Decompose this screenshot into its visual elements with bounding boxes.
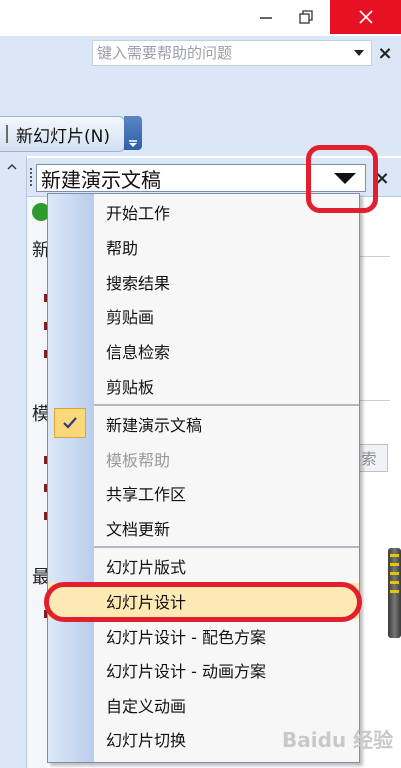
help-question-input[interactable] <box>97 43 345 63</box>
slides-pane-strip <box>0 156 27 768</box>
help-dropdown-button[interactable] <box>347 41 371 65</box>
restore-icon <box>299 10 313 24</box>
chevron-up-icon <box>7 164 17 170</box>
checked-indicator <box>54 408 86 438</box>
menu-item-research[interactable]: 信息检索 <box>94 334 359 368</box>
help-close-button[interactable]: × <box>374 42 396 64</box>
menu-item-slide-layout[interactable]: 幻灯片版式 <box>94 549 359 583</box>
close-icon <box>358 10 373 24</box>
menu-item-help[interactable]: 帮助 <box>94 230 359 264</box>
task-pane-title: 新建演示文稿 <box>41 167 161 192</box>
menu-separator <box>94 404 359 406</box>
scroll-up-button[interactable] <box>4 160 20 174</box>
minimize-button[interactable] <box>249 0 283 34</box>
slide-pane-background <box>27 196 47 768</box>
help-search-box <box>92 40 372 66</box>
menu-item-clipboard[interactable]: 剪贴板 <box>94 369 359 403</box>
toolbar-options-icon <box>129 140 137 147</box>
divider-line <box>360 256 390 257</box>
menu-icon-gutter <box>48 194 94 762</box>
menu-item-document-updates[interactable]: 文档更新 <box>94 511 359 545</box>
menu-item-clip-art[interactable]: 剪贴画 <box>94 299 359 333</box>
vertical-scrollbar-thumb[interactable] <box>388 548 401 638</box>
new-slide-icon <box>0 125 8 143</box>
menu-item-search-results[interactable]: 搜索结果 <box>94 265 359 299</box>
minimize-icon <box>260 17 272 19</box>
checkmark-icon <box>63 417 77 429</box>
menu-item-custom-animation[interactable]: 自定义动画 <box>94 688 359 722</box>
watermark: Baidu 经验 <box>282 728 394 752</box>
menu-item-template-help: 模板帮助 <box>106 451 171 470</box>
menu-item-new-presentation[interactable]: 新建演示文稿 <box>94 407 359 441</box>
menu-separator <box>94 546 359 548</box>
restore-button[interactable] <box>288 0 324 34</box>
annotation-highlight-dropdown <box>306 145 378 213</box>
dropdown-arrow-icon <box>354 50 364 56</box>
divider-line <box>360 400 390 401</box>
toolbar-options-button[interactable] <box>124 116 142 150</box>
new-slide-button[interactable]: 新幻灯片(N) <box>0 116 125 152</box>
annotation-highlight-slide-design <box>44 582 362 622</box>
menu-item-shared-workspace[interactable]: 共享工作区 <box>94 476 359 510</box>
window-close-button[interactable] <box>330 0 401 34</box>
menu-item-slide-design-color[interactable]: 幻灯片设计 - 配色方案 <box>94 619 359 653</box>
menu-item-slide-design-animation[interactable]: 幻灯片设计 - 动画方案 <box>94 653 359 687</box>
new-slide-label: 新幻灯片(N) <box>16 126 110 147</box>
